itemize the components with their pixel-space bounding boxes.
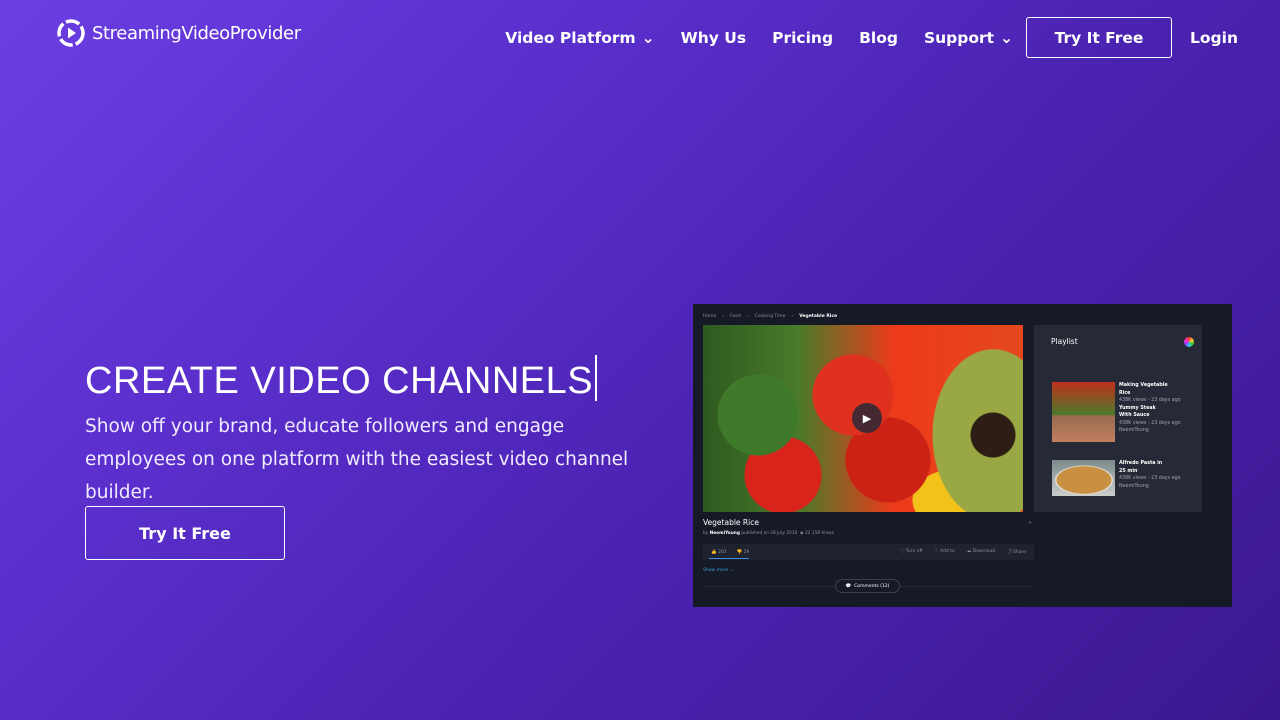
item-title: Yummy Steak With Sauce xyxy=(1119,405,1156,419)
nav-label: Pricing xyxy=(772,28,834,47)
action-label: Add to xyxy=(940,549,955,554)
breadcrumb-item: Home xyxy=(703,314,717,319)
nav-label: Support xyxy=(923,28,995,47)
hero-subtitle: Show off your brand, educate followers a… xyxy=(85,416,629,503)
logo[interactable]: StreamingVideoProvider xyxy=(56,18,301,48)
add-to-button[interactable]: ♡ Add to xyxy=(935,549,955,555)
nav-why-us[interactable]: Why Us xyxy=(681,29,746,47)
item-author: NeomiYoung xyxy=(1119,483,1149,489)
dislike-count: 29 xyxy=(743,549,750,555)
nav-try-free-button[interactable]: Try It Free xyxy=(1026,17,1173,58)
share-button[interactable]: ⤴ Share xyxy=(1007,549,1026,555)
thumbnail xyxy=(1052,382,1115,442)
rating-bar xyxy=(709,558,749,559)
nav-video-platform[interactable]: Video Platform ⌄ xyxy=(505,29,654,47)
main-nav: Video Platform ⌄ Why Us Pricing Blog Supp… xyxy=(492,17,1238,58)
video-actions-bar: 👍 202 👎 29 ◌ Turn off ♡ Add to ☁ Downloa… xyxy=(703,544,1034,560)
playlist-panel: Playlist Making Vegetable Rice 438K view… xyxy=(1034,325,1202,512)
chevron-down-icon: ⌄ xyxy=(1000,28,1014,47)
item-title: Alfredo Pasta in 25 min xyxy=(1119,461,1163,474)
by-label: by xyxy=(703,531,709,536)
item-meta: 438K views - 23 days ago xyxy=(1119,398,1181,403)
turn-off-button[interactable]: ◌ Turn off xyxy=(900,549,922,555)
published-date: published on 28 July 2018 xyxy=(741,531,798,536)
dislike-button[interactable]: 👎 29 xyxy=(737,550,750,555)
video-meta: by NeomiYoung published on 28 July 2018 … xyxy=(703,531,834,536)
login-link[interactable]: Login xyxy=(1190,29,1238,47)
hero-try-free-button[interactable]: Try It Free xyxy=(85,506,285,560)
color-wheel-icon xyxy=(1184,337,1194,347)
eye-icon: ◉ xyxy=(799,531,804,536)
play-icon[interactable]: ▶ xyxy=(852,403,882,433)
breadcrumb-current: Vegetable Rice xyxy=(799,314,838,319)
item-author: NeomiYoung xyxy=(1119,428,1149,433)
nav-blog[interactable]: Blog xyxy=(859,29,898,47)
play-logo-icon xyxy=(57,19,85,47)
action-label: Turn off xyxy=(905,549,923,554)
brand-name: StreamingVideoProvider xyxy=(92,22,301,44)
show-more-link[interactable]: Show more ⌄ xyxy=(703,568,733,573)
chevron-down-icon: ⌄ xyxy=(641,28,655,47)
nav-pricing[interactable]: Pricing xyxy=(772,29,833,47)
nav-support[interactable]: Support ⌄ xyxy=(924,29,1013,47)
author-link[interactable]: NeomiYoung xyxy=(710,531,740,536)
playlist-item-meta: Making Vegetable Rice 438K views - 23 da… xyxy=(1119,382,1181,442)
view-count: 22 158 Views xyxy=(805,531,834,536)
comment-icon: 💬 xyxy=(845,583,852,589)
item-meta: 438K views - 23 days ago xyxy=(1119,420,1181,426)
like-button[interactable]: 👍 202 xyxy=(711,550,727,555)
flag-icon[interactable]: ▹ xyxy=(1029,519,1032,526)
thumbnail xyxy=(1052,460,1115,496)
breadcrumb-item: Cooking Time xyxy=(754,314,786,319)
like-count: 202 xyxy=(718,549,727,555)
nav-label: Video Platform xyxy=(505,28,636,47)
nav-label: Blog xyxy=(859,28,898,47)
video-title: Vegetable Rice xyxy=(703,518,759,527)
breadcrumb: Home › Food › Cooking Time › Vegetable Rice xyxy=(703,314,838,319)
download-button[interactable]: ☁ Download xyxy=(967,549,995,555)
nav-label: Why Us xyxy=(680,28,747,47)
breadcrumb-item: Food xyxy=(730,314,741,319)
item-title: Making Vegetable Rice xyxy=(1119,383,1168,396)
comments-label: Comments (12) xyxy=(854,583,890,589)
hero-title-text: CREATE VIDEO CHANNELS xyxy=(85,360,594,402)
comments-button[interactable]: 💬 Comments (12) xyxy=(835,579,900,593)
action-label: Download xyxy=(972,549,996,554)
hero-title: CREATE VIDEO CHANNELS xyxy=(85,355,598,403)
action-label: Share xyxy=(1013,550,1026,555)
text-cursor xyxy=(595,355,598,401)
playlist-item[interactable]: Making Vegetable Rice 438K views - 23 da… xyxy=(1052,382,1181,442)
item-meta: 438K views - 23 days ago xyxy=(1119,476,1181,481)
video-player[interactable]: ▶ xyxy=(703,325,1023,512)
playlist-item-meta: Alfredo Pasta in 25 min 438K views - 23 … xyxy=(1119,460,1181,496)
video-channel-mockup: Home › Food › Cooking Time › Vegetable Rice… xyxy=(693,304,1232,607)
playlist-item[interactable]: Alfredo Pasta in 25 min 438K views - 23 … xyxy=(1052,460,1181,496)
playlist-title: Playlist xyxy=(1051,337,1078,346)
